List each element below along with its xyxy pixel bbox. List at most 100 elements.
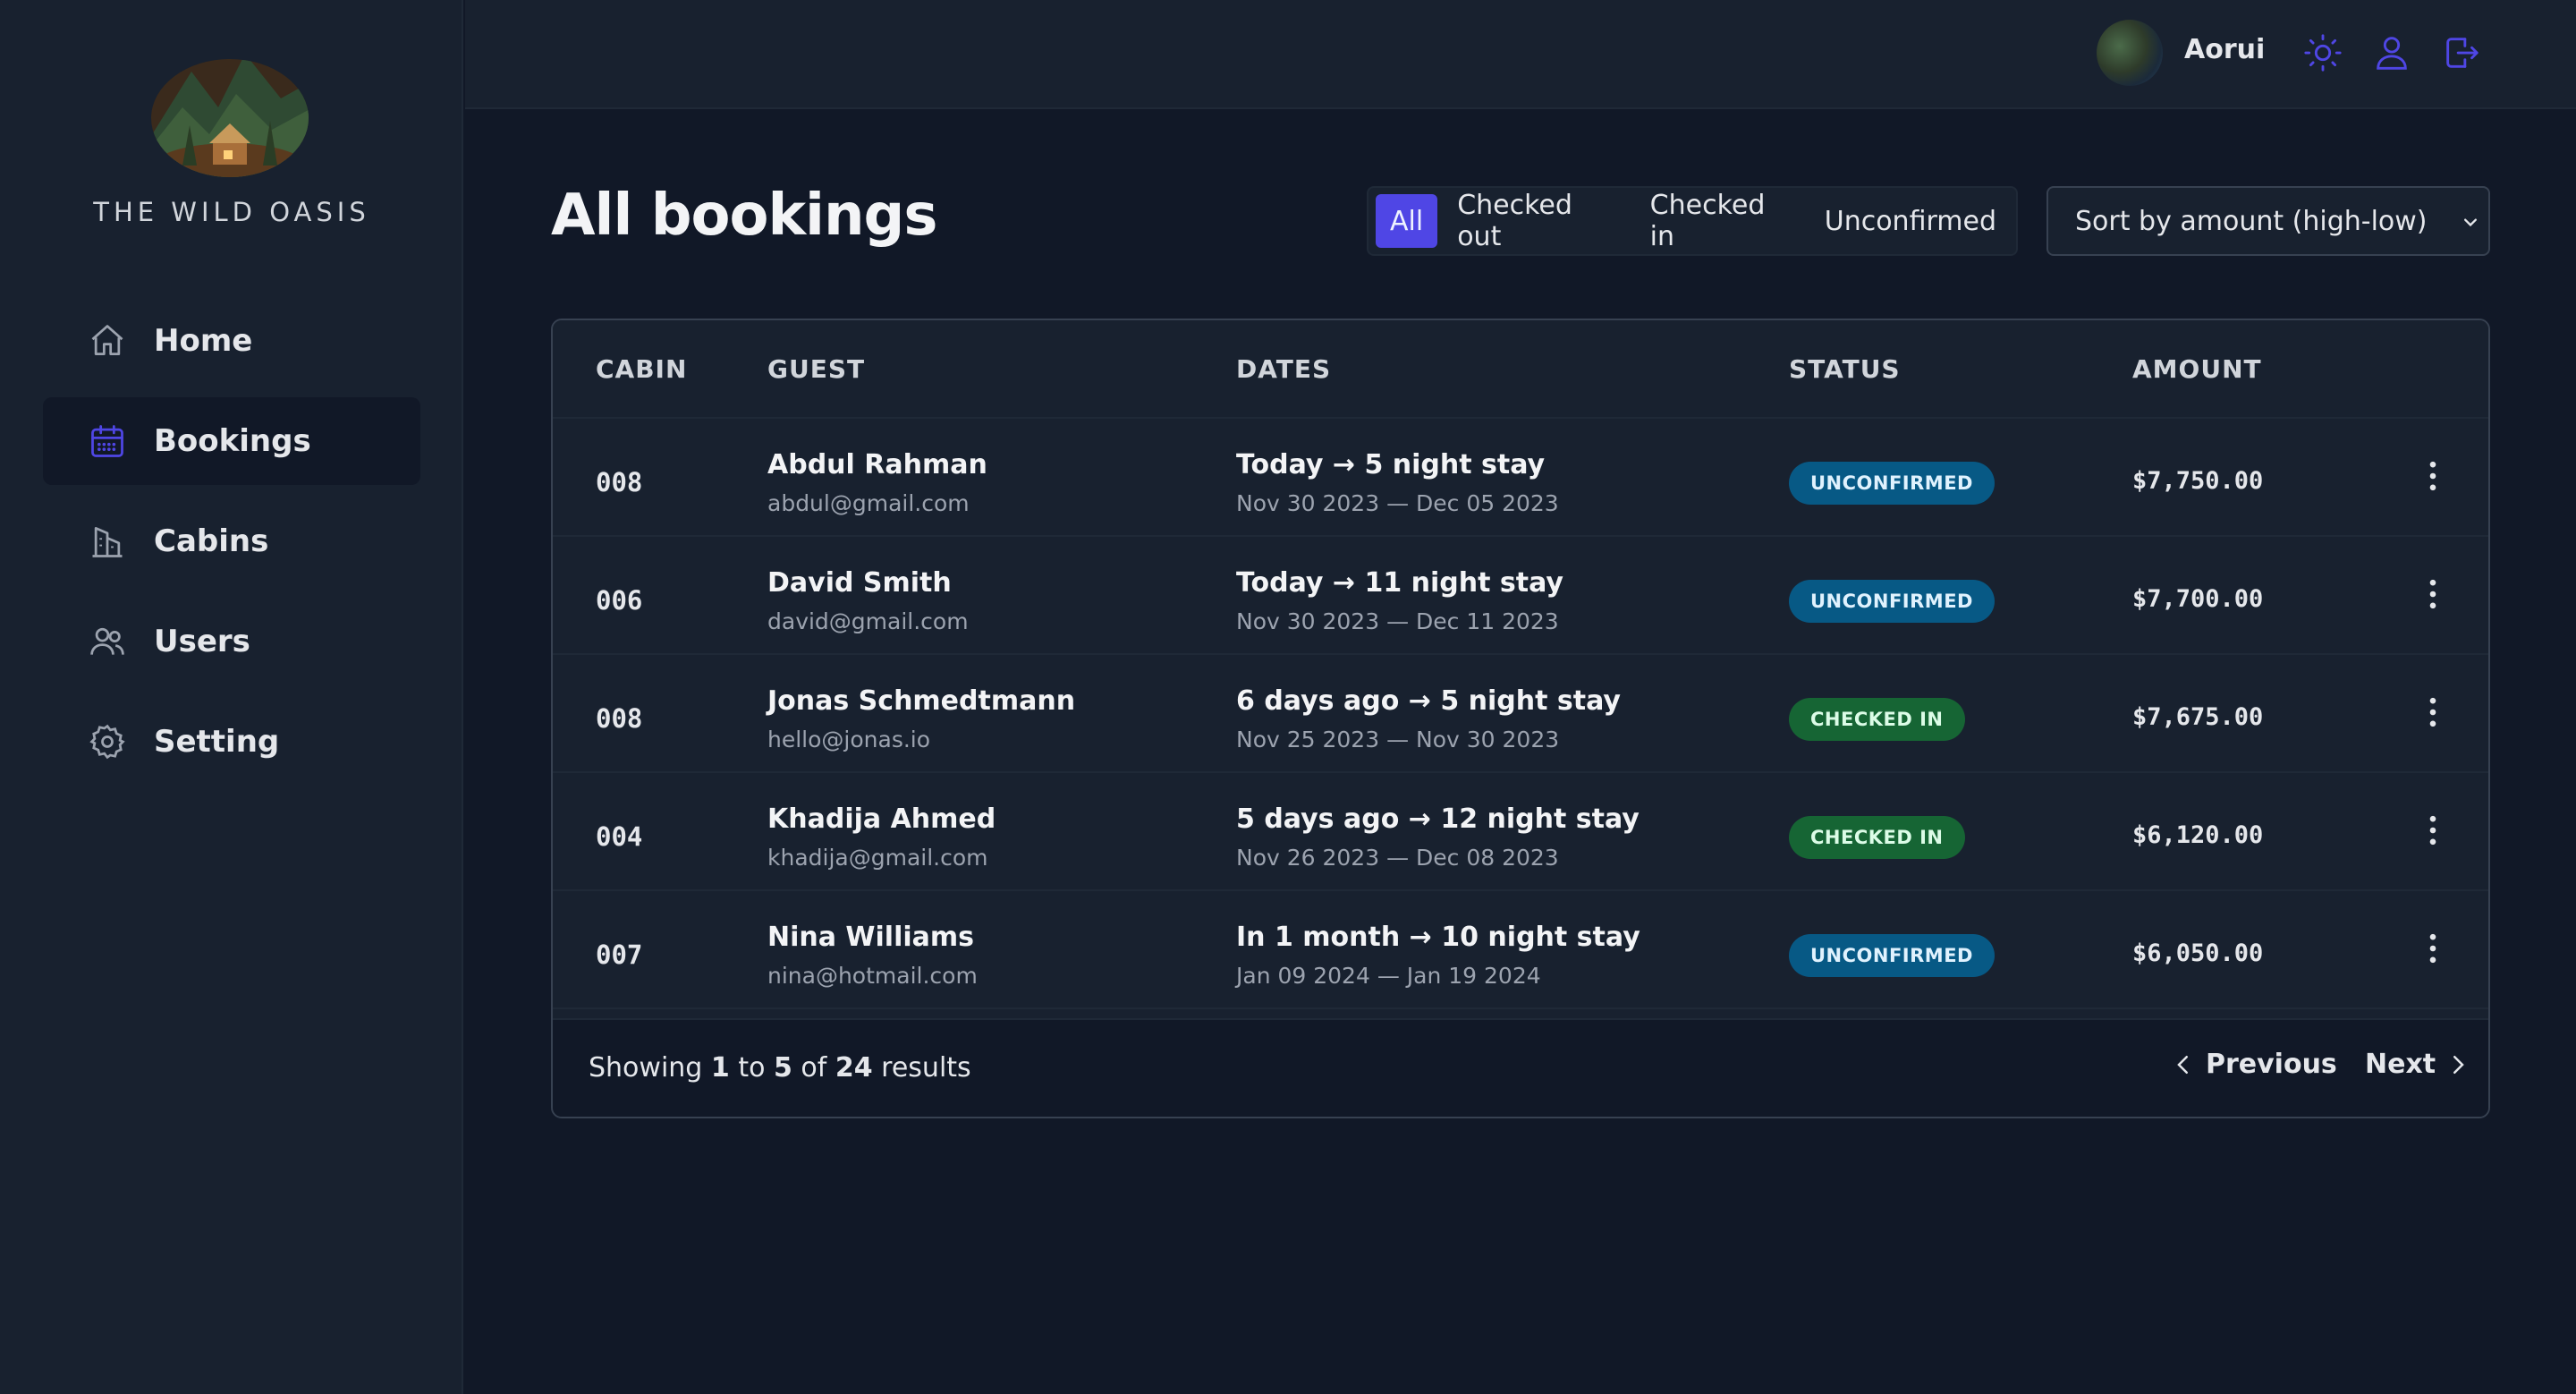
guest-name: Khadija Ahmed (767, 803, 996, 835)
sort-selected-value: Sort by amount (high-low) (2075, 205, 2428, 237)
guest-name: Abdul Rahman (767, 449, 987, 480)
avatar[interactable] (2097, 20, 2163, 86)
cabin-number: 008 (596, 703, 643, 734)
date-range: Jan 09 2024 — Jan 19 2024 (1236, 963, 1541, 989)
sidebar-item-label: Cabins (154, 523, 269, 559)
more-options-icon[interactable] (2413, 811, 2453, 850)
cabin-number: 008 (596, 467, 643, 497)
table-row: 004 Khadija Ahmed khadija@gmail.com 5 da… (553, 773, 2488, 891)
page-title: All bookings (551, 183, 937, 249)
stay-summary: Today → 11 night stay (1236, 567, 1563, 599)
guest-email: abdul@gmail.com (767, 490, 970, 516)
logout-icon[interactable] (2441, 32, 2482, 73)
column-header-status: STATUS (1789, 354, 1901, 384)
next-label: Next (2365, 1049, 2436, 1080)
pagination-text: Showing (589, 1052, 703, 1084)
table-row: 007 Nina Williams nina@hotmail.com In 1 … (553, 891, 2488, 1009)
guest-email: hello@jonas.io (767, 727, 931, 752)
stay-summary: Today → 5 night stay (1236, 449, 1546, 480)
cabin-number: 006 (596, 585, 643, 616)
sidebar-item-label: Users (154, 624, 250, 659)
pagination-text: to (738, 1052, 766, 1084)
sidebar-item-bookings[interactable]: Bookings (43, 397, 420, 485)
pagination-summary: Showing 1 to 5 of 24 results (589, 1052, 971, 1084)
status-badge: UNCONFIRMED (1789, 462, 1995, 505)
guest-email: khadija@gmail.com (767, 845, 988, 871)
sidebar-item-cabins[interactable]: Cabins (43, 497, 420, 585)
sidebar-item-setting[interactable]: Setting (43, 698, 420, 786)
date-range: Nov 30 2023 — Dec 11 2023 (1236, 608, 1559, 634)
users-icon (88, 622, 127, 661)
username: Aorui (2184, 34, 2266, 65)
guest-email: david@gmail.com (767, 608, 969, 634)
table-row: 008 Abdul Rahman abdul@gmail.com Today →… (553, 419, 2488, 537)
date-range: Nov 25 2023 — Nov 30 2023 (1236, 727, 1560, 752)
column-header-cabin: CABIN (596, 354, 688, 384)
sidebar-item-label: Home (154, 323, 253, 359)
date-range: Nov 26 2023 — Dec 08 2023 (1236, 845, 1559, 871)
table-row: 006 David Smith david@gmail.com Today → … (553, 537, 2488, 655)
booking-amount: $7,700.00 (2132, 585, 2264, 613)
column-header-guest: GUEST (767, 354, 866, 384)
pagination-to: 5 (773, 1052, 792, 1084)
column-header-amount: AMOUNT (2132, 354, 2262, 384)
pagination-text: of (801, 1052, 827, 1084)
guest-name: Nina Williams (767, 922, 975, 953)
table-row: 008 Jonas Schmedtmann hello@jonas.io 6 d… (553, 655, 2488, 773)
booking-amount: $6,120.00 (2132, 821, 2264, 849)
status-badge: UNCONFIRMED (1789, 580, 1995, 623)
date-range: Nov 30 2023 — Dec 05 2023 (1236, 490, 1559, 516)
stay-summary: 5 days ago → 12 night stay (1236, 803, 1640, 835)
status-badge: UNCONFIRMED (1789, 934, 1995, 977)
table-header: CABIN GUEST DATES STATUS AMOUNT (553, 320, 2488, 419)
previous-page-button[interactable]: Previous (2170, 1049, 2337, 1080)
booking-amount: $6,050.00 (2132, 939, 2264, 967)
cabin-number: 004 (596, 821, 643, 852)
booking-amount: $7,750.00 (2132, 467, 2264, 495)
more-options-icon[interactable] (2413, 693, 2453, 732)
sidebar-item-home[interactable]: Home (43, 297, 420, 385)
more-options-icon[interactable] (2413, 929, 2453, 968)
gear-icon (88, 722, 127, 761)
more-options-icon[interactable] (2413, 574, 2453, 614)
sort-select[interactable]: Sort by amount (high-low) (2046, 186, 2490, 256)
chevron-down-icon (2464, 218, 2477, 227)
next-page-button[interactable]: Next (2365, 1049, 2471, 1080)
sun-icon[interactable] (2302, 32, 2343, 73)
sidebar-nav: Home Bookings Cabins Users Setting (43, 297, 420, 798)
filter-checked-out-button[interactable]: Checked out (1441, 190, 1630, 252)
building-icon (88, 522, 127, 561)
stay-summary: In 1 month → 10 night stay (1236, 922, 1640, 953)
chevron-right-icon (2453, 1055, 2464, 1074)
table-footer: Showing 1 to 5 of 24 results Previous Ne… (553, 1018, 2488, 1117)
sidebar-item-users[interactable]: Users (43, 598, 420, 685)
pagination-total: 24 (835, 1052, 873, 1084)
status-badge: CHECKED IN (1789, 698, 1965, 741)
calendar-icon (88, 421, 127, 461)
user-icon[interactable] (2371, 32, 2412, 73)
filter-checked-in-button[interactable]: Checked in (1634, 190, 1805, 252)
sidebar-item-label: Setting (154, 724, 280, 760)
bookings-table: CABIN GUEST DATES STATUS AMOUNT 008 Abdu… (551, 319, 2490, 1118)
more-options-icon[interactable] (2413, 456, 2453, 496)
pagination-from: 1 (710, 1052, 730, 1084)
filter-all-button[interactable]: All (1376, 194, 1438, 248)
guest-name: Jonas Schmedtmann (767, 685, 1076, 717)
sidebar: THE WILD OASIS Home Bookings Cabins User… (0, 0, 463, 1394)
booking-status-filter: All Checked out Checked in Unconfirmed (1367, 186, 2018, 256)
filter-unconfirmed-button[interactable]: Unconfirmed (1809, 194, 2012, 248)
stay-summary: 6 days ago → 5 night stay (1236, 685, 1621, 717)
status-badge: CHECKED IN (1789, 816, 1965, 859)
guest-name: David Smith (767, 567, 952, 599)
previous-label: Previous (2206, 1049, 2337, 1080)
column-header-dates: DATES (1236, 354, 1332, 384)
sidebar-item-label: Bookings (154, 423, 311, 459)
cabin-number: 007 (596, 939, 643, 970)
chevron-left-icon (2177, 1055, 2188, 1074)
guest-email: nina@hotmail.com (767, 963, 978, 989)
wild-oasis-logo (151, 59, 309, 177)
booking-amount: $7,675.00 (2132, 703, 2264, 731)
brand-name: THE WILD OASIS (93, 197, 370, 227)
pagination-text: results (881, 1052, 971, 1084)
home-icon (88, 321, 127, 361)
